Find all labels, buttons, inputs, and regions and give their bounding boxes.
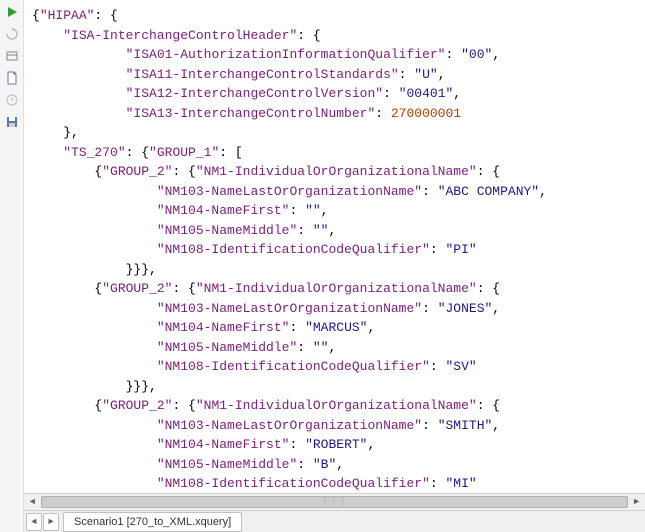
- scroll-thumb[interactable]: ⋮⋮⋮: [41, 496, 628, 508]
- refresh-icon[interactable]: [4, 26, 20, 42]
- scroll-left-arrow[interactable]: ◄: [24, 494, 41, 511]
- tab-label: Scenario1 [270_to_XML.xquery]: [74, 516, 231, 528]
- tab-next-button[interactable]: ►: [43, 513, 59, 531]
- tab-bar: ◄ ► Scenario1 [270_to_XML.xquery]: [24, 510, 645, 532]
- left-toolbar: [0, 0, 24, 532]
- main-panel: {"HIPAA": { "ISA-InterchangeControlHeade…: [24, 0, 645, 532]
- tab-nav: ◄ ►: [26, 513, 59, 531]
- tab-prev-button[interactable]: ◄: [26, 513, 42, 531]
- tab-scenario1[interactable]: Scenario1 [270_to_XML.xquery]: [63, 512, 242, 532]
- horizontal-scrollbar[interactable]: ◄ ⋮⋮⋮ ►: [24, 493, 645, 510]
- view-icon[interactable]: [4, 48, 20, 64]
- scroll-grip-icon: ⋮⋮⋮: [321, 497, 348, 507]
- run-icon[interactable]: [4, 4, 20, 20]
- scroll-right-arrow[interactable]: ►: [628, 494, 645, 511]
- document-icon[interactable]: [4, 70, 20, 86]
- code-editor[interactable]: {"HIPAA": { "ISA-InterchangeControlHeade…: [24, 0, 645, 493]
- save-icon[interactable]: [4, 114, 20, 130]
- clock-icon[interactable]: [4, 92, 20, 108]
